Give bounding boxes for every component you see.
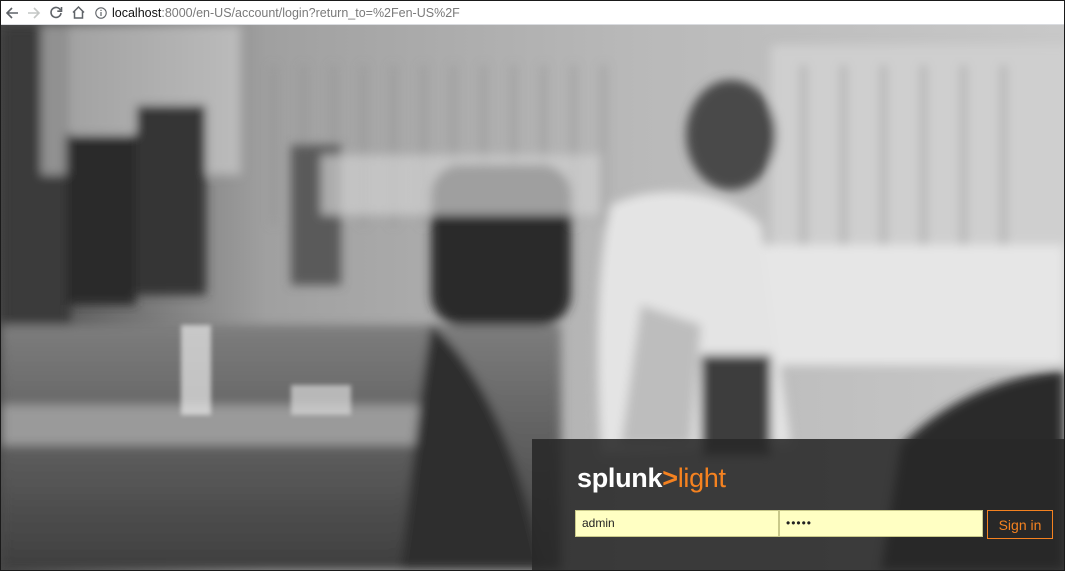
username-field[interactable]: admin	[575, 510, 779, 537]
logo-chevron: >	[662, 463, 678, 493]
reload-icon[interactable]	[45, 2, 67, 24]
password-field[interactable]: •••••	[779, 510, 983, 537]
url-path: :8000/en-US/account/login?return_to=%2Fe…	[161, 5, 460, 20]
back-icon[interactable]	[1, 2, 23, 24]
address-bar[interactable]: localhost:8000/en-US/account/login?retur…	[95, 3, 460, 22]
browser-toolbar: localhost:8000/en-US/account/login?retur…	[1, 1, 1064, 25]
splunk-light-logo: splunk>light	[577, 463, 726, 493]
home-icon[interactable]	[67, 2, 89, 24]
url-host: localhost	[112, 5, 162, 20]
sign-in-button[interactable]: Sign in	[987, 510, 1053, 539]
logo-text-splunk: splunk	[577, 463, 663, 493]
browser-window: localhost:8000/en-US/account/login?retur…	[0, 0, 1065, 571]
login-panel: splunk>light admin ••••• Sign in	[532, 439, 1064, 570]
forward-icon[interactable]	[23, 2, 45, 24]
info-icon[interactable]	[95, 6, 112, 19]
logo-text-light: light	[677, 463, 726, 493]
